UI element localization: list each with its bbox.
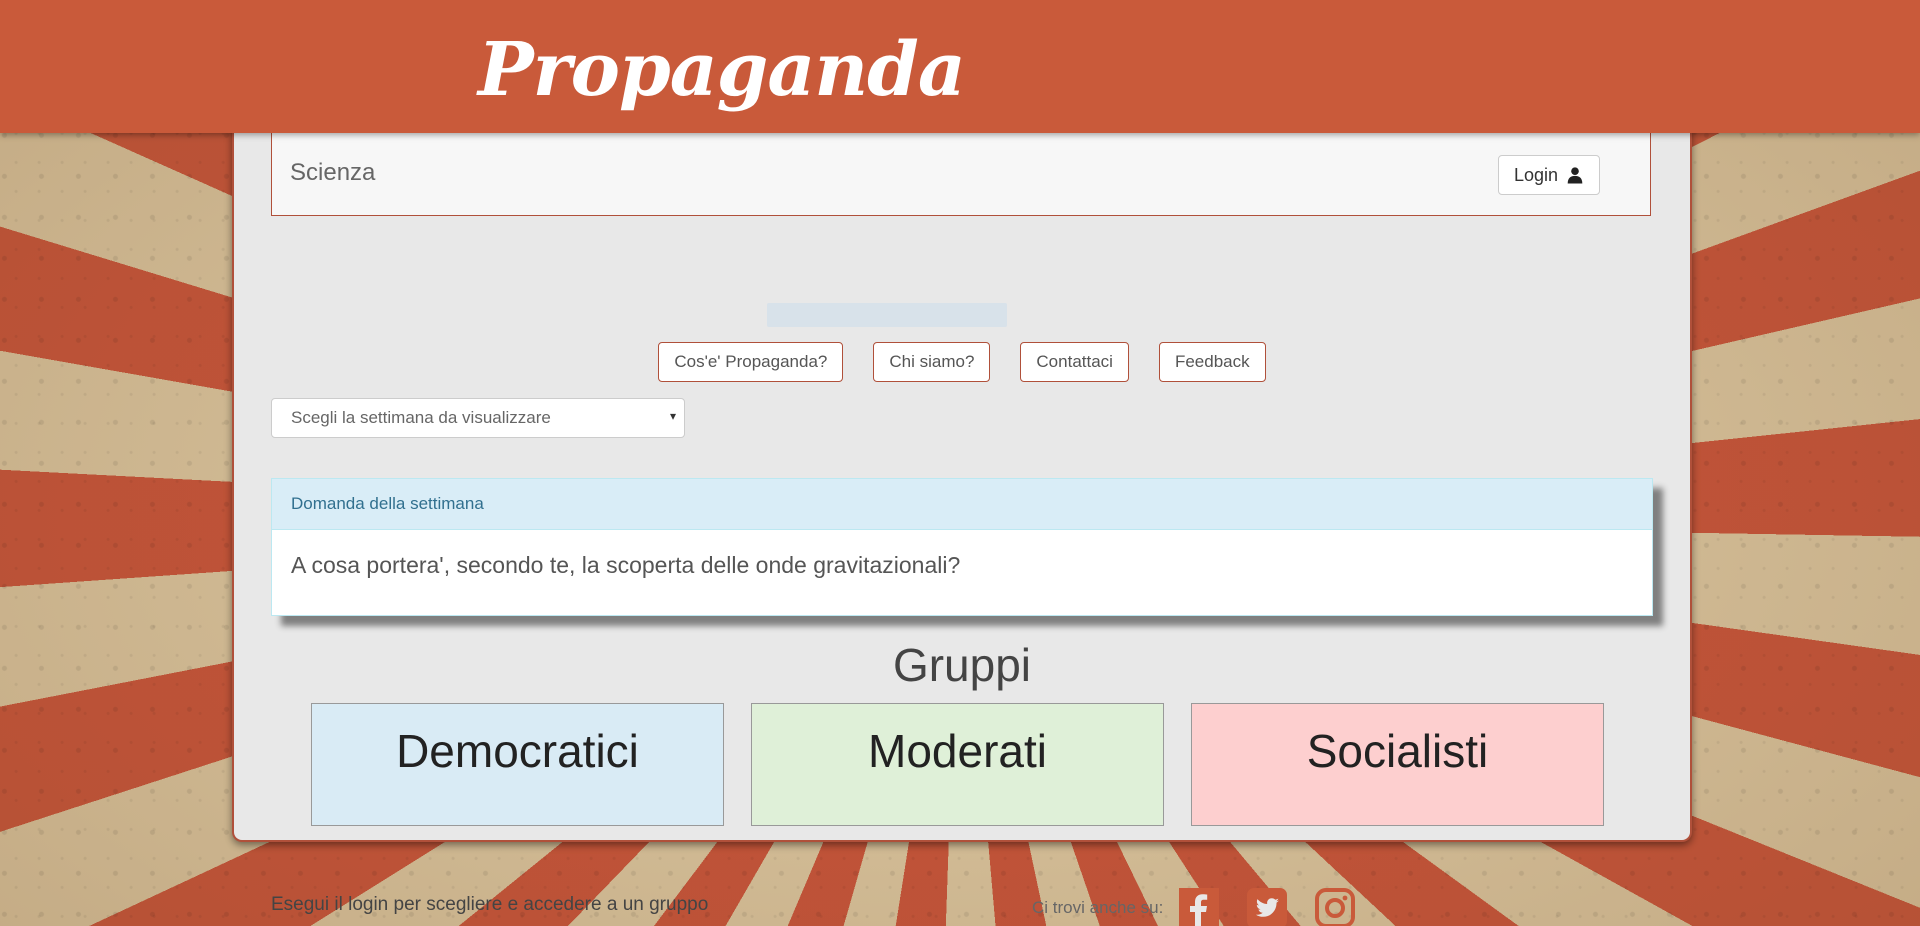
subject-title: Scienza [290, 159, 376, 186]
week-select-value: Scegli la settimana da visualizzare [291, 408, 551, 427]
group-label: Socialisti [1306, 725, 1489, 777]
facebook-icon[interactable] [1179, 888, 1220, 926]
nav-about-button[interactable]: Cos'e' Propaganda? [658, 342, 844, 382]
week-select[interactable]: Scegli la settimana da visualizzare ▾ [271, 398, 685, 438]
login-label: Login [1513, 164, 1558, 185]
instagram-icon[interactable] [1315, 888, 1356, 926]
group-card-moderati[interactable]: Moderati [751, 703, 1164, 826]
question-heading: Domanda della settimana [272, 479, 1652, 530]
group-label: Democratici [396, 725, 639, 777]
info-nav: Cos'e' Propaganda? Chi siamo? Contattaci… [234, 342, 1690, 382]
group-card-democratici[interactable]: Democratici [311, 703, 724, 826]
social-links: Ci trovi anche su: [1032, 888, 1356, 926]
brand-logo[interactable]: Propaganda [478, 20, 966, 120]
question-text: A cosa portera', secondo te, la scoperta… [291, 552, 961, 578]
login-button[interactable]: Login [1497, 155, 1600, 195]
chevron-down-icon: ▾ [669, 409, 676, 423]
group-label: Moderati [868, 725, 1047, 777]
groups-title: Gruppi [892, 639, 1032, 691]
groups-list: Democratici Moderati Socialisti [311, 703, 1604, 826]
twitter-icon[interactable] [1247, 888, 1288, 926]
group-card-socialisti[interactable]: Socialisti [1191, 703, 1604, 826]
question-panel: Domanda della settimana A cosa portera',… [271, 478, 1653, 616]
login-hint: Esegui il login per scegliere e accedere… [271, 894, 709, 915]
nav-who-we-are-button[interactable]: Chi siamo? [873, 342, 991, 382]
nav-contact-button[interactable]: Contattaci [1020, 342, 1129, 382]
top-navbar: Propaganda [0, 0, 1920, 133]
main-card: Scienza Login Cos'e' Propaganda? Chi sia… [232, 100, 1692, 926]
subject-bar: Scienza Login [271, 132, 1651, 216]
user-icon [1567, 167, 1583, 184]
nav-feedback-button[interactable]: Feedback [1158, 342, 1266, 382]
tooltip-overlay [767, 303, 1007, 327]
social-label: Ci trovi anche su: [1032, 898, 1164, 917]
